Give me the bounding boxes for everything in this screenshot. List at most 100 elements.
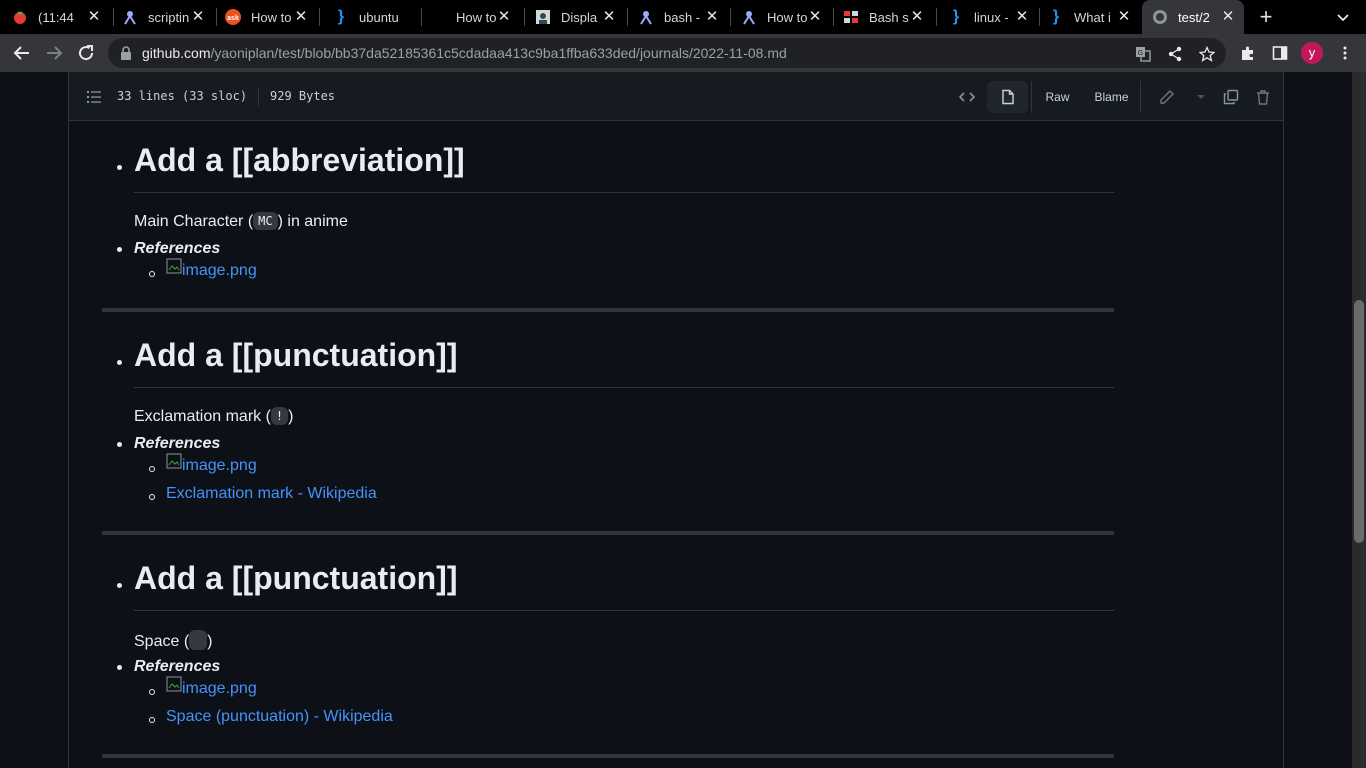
broken-image-icon bbox=[166, 453, 182, 469]
tab-search-chevron-icon[interactable] bbox=[1335, 9, 1351, 25]
scrollbar-thumb[interactable] bbox=[1354, 300, 1364, 543]
more-vertical-icon[interactable] bbox=[1337, 45, 1353, 61]
new-tab-button[interactable]: + bbox=[1256, 6, 1276, 28]
heading-punctuation: Add a [[punctuation]] bbox=[134, 560, 458, 596]
codeproject-icon: } bbox=[1052, 8, 1060, 25]
close-tab-icon[interactable]: ✕ bbox=[1220, 9, 1236, 25]
trash-icon[interactable] bbox=[1255, 89, 1271, 105]
inline-code: MC bbox=[253, 212, 278, 230]
raw-button[interactable]: Raw bbox=[1031, 81, 1083, 113]
svg-text:G: G bbox=[1138, 50, 1143, 57]
paragraph-text: Space ( ) bbox=[134, 630, 212, 651]
codeproject-icon: } bbox=[952, 8, 960, 25]
page-scrollbar[interactable] bbox=[1352, 72, 1366, 768]
copy-icon[interactable] bbox=[1223, 89, 1239, 105]
url-host: github.com bbox=[142, 45, 211, 61]
askfm-icon: ask bbox=[225, 9, 241, 25]
preview-button[interactable] bbox=[987, 81, 1028, 113]
share-icon[interactable] bbox=[1167, 46, 1183, 62]
code-icon bbox=[958, 92, 975, 102]
image-link[interactable]: image.png bbox=[166, 258, 257, 280]
askubuntu-icon bbox=[122, 9, 138, 25]
horizontal-rule bbox=[102, 754, 1114, 758]
browser-tab[interactable]: Bash s ✕ bbox=[843, 0, 933, 34]
back-arrow-icon[interactable] bbox=[12, 43, 32, 63]
broken-image-icon bbox=[166, 258, 182, 274]
forward-arrow-icon[interactable] bbox=[44, 43, 64, 63]
code-view-button[interactable] bbox=[946, 81, 987, 113]
heading-punctuation: Add a [[punctuation]] bbox=[134, 337, 458, 373]
close-tab-icon[interactable]: ✕ bbox=[1116, 9, 1132, 25]
file-size: 929 Bytes bbox=[270, 89, 336, 103]
file-header: 33 lines (33 sloc) 929 Bytes Raw Blame bbox=[69, 72, 1283, 121]
blank-icon bbox=[430, 9, 446, 25]
blame-button[interactable]: Blame bbox=[1083, 81, 1141, 113]
translate-icon[interactable]: G bbox=[1135, 46, 1151, 62]
browser-toolbar: github.com/yaoniplan/test/blob/bb37da521… bbox=[0, 34, 1366, 72]
close-tab-icon[interactable]: ✕ bbox=[86, 9, 102, 25]
wikipedia-link[interactable]: Exclamation mark - Wikipedia bbox=[166, 485, 377, 503]
url-path: /yaoniplan/test/blob/bb37da52185361c5cda… bbox=[210, 45, 787, 61]
svg-text:ask: ask bbox=[227, 15, 239, 22]
close-tab-icon[interactable]: ✕ bbox=[807, 9, 823, 25]
browser-tab[interactable]: Displa ✕ bbox=[535, 0, 625, 34]
file-line-count: 33 lines (33 sloc) bbox=[117, 89, 248, 103]
close-tab-icon[interactable]: ✕ bbox=[496, 9, 512, 25]
horizontal-rule bbox=[102, 308, 1114, 312]
image-link[interactable]: image.png bbox=[166, 676, 257, 698]
heading-abbreviation: Add a [[abbreviation]] bbox=[134, 142, 465, 178]
image-link[interactable]: image.png bbox=[166, 453, 257, 475]
browser-tab[interactable]: bash - ✕ bbox=[638, 0, 728, 34]
tomato-timer-icon bbox=[12, 9, 28, 25]
inline-code: ! bbox=[270, 407, 289, 425]
browser-tab[interactable]: How to ✕ bbox=[741, 0, 831, 34]
askubuntu-icon bbox=[741, 9, 757, 25]
inline-code bbox=[189, 630, 208, 650]
bookmark-star-icon[interactable] bbox=[1199, 46, 1215, 62]
lock-icon[interactable] bbox=[120, 46, 132, 60]
close-tab-icon[interactable]: ✕ bbox=[293, 9, 309, 25]
extensions-puzzle-icon[interactable] bbox=[1240, 45, 1256, 61]
close-tab-icon[interactable]: ✕ bbox=[190, 9, 206, 25]
blog-icon bbox=[535, 9, 551, 25]
tab-title: test/2 bbox=[1178, 9, 1210, 25]
github-icon bbox=[1152, 9, 1168, 25]
profile-avatar[interactable]: y bbox=[1301, 42, 1323, 64]
tab-strip: (11:44 ✕ scriptin ✕ ask How to ✕ } ubunt… bbox=[0, 0, 1366, 34]
close-tab-icon[interactable]: ✕ bbox=[601, 9, 617, 25]
table-of-contents-icon[interactable] bbox=[86, 89, 102, 105]
reload-icon[interactable] bbox=[76, 43, 96, 63]
browser-tab[interactable]: } linux - ✕ bbox=[948, 0, 1038, 34]
wikipedia-link[interactable]: Space (punctuation) - Wikipedia bbox=[166, 708, 393, 726]
paragraph-text: Main Character (MC) in anime bbox=[134, 212, 348, 230]
broken-image-icon bbox=[166, 676, 182, 692]
references-label: References bbox=[134, 658, 221, 675]
browser-tab[interactable]: scriptin ✕ bbox=[122, 0, 214, 34]
close-tab-icon[interactable]: ✕ bbox=[704, 9, 720, 25]
ss64-icon bbox=[843, 9, 859, 25]
dropdown-caret-icon[interactable] bbox=[1193, 89, 1209, 105]
codeproject-icon: } bbox=[337, 8, 345, 25]
file-icon bbox=[1001, 89, 1014, 105]
edit-pencil-icon[interactable] bbox=[1159, 89, 1175, 105]
askubuntu-icon bbox=[638, 9, 654, 25]
side-panel-icon[interactable] bbox=[1272, 45, 1288, 61]
references-label: References bbox=[134, 435, 221, 452]
browser-tab-active[interactable]: test/2 ✕ bbox=[1142, 0, 1244, 34]
view-toggle bbox=[946, 81, 1028, 113]
tab-title: What i bbox=[1074, 9, 1111, 25]
close-tab-icon[interactable]: ✕ bbox=[1014, 9, 1030, 25]
url-text[interactable]: github.com/yaoniplan/test/blob/bb37da521… bbox=[142, 45, 787, 61]
address-bar[interactable]: github.com/yaoniplan/test/blob/bb37da521… bbox=[108, 38, 1226, 68]
browser-tab[interactable]: (11:44 ✕ bbox=[12, 0, 110, 34]
github-file-page: 33 lines (33 sloc) 929 Bytes Raw Blame A… bbox=[0, 72, 1352, 768]
paragraph-text: Exclamation mark (!) bbox=[134, 407, 294, 425]
tab-title: ubuntu bbox=[359, 9, 399, 25]
close-tab-icon[interactable]: ✕ bbox=[909, 9, 925, 25]
browser-tab[interactable]: } What i ✕ bbox=[1048, 0, 1140, 34]
browser-tab[interactable]: ask How to ✕ bbox=[225, 0, 317, 34]
horizontal-rule bbox=[102, 531, 1114, 535]
browser-tab[interactable]: How to ✕ bbox=[430, 0, 520, 34]
browser-tab[interactable]: } ubuntu bbox=[333, 0, 419, 34]
references-label: References bbox=[134, 240, 221, 257]
